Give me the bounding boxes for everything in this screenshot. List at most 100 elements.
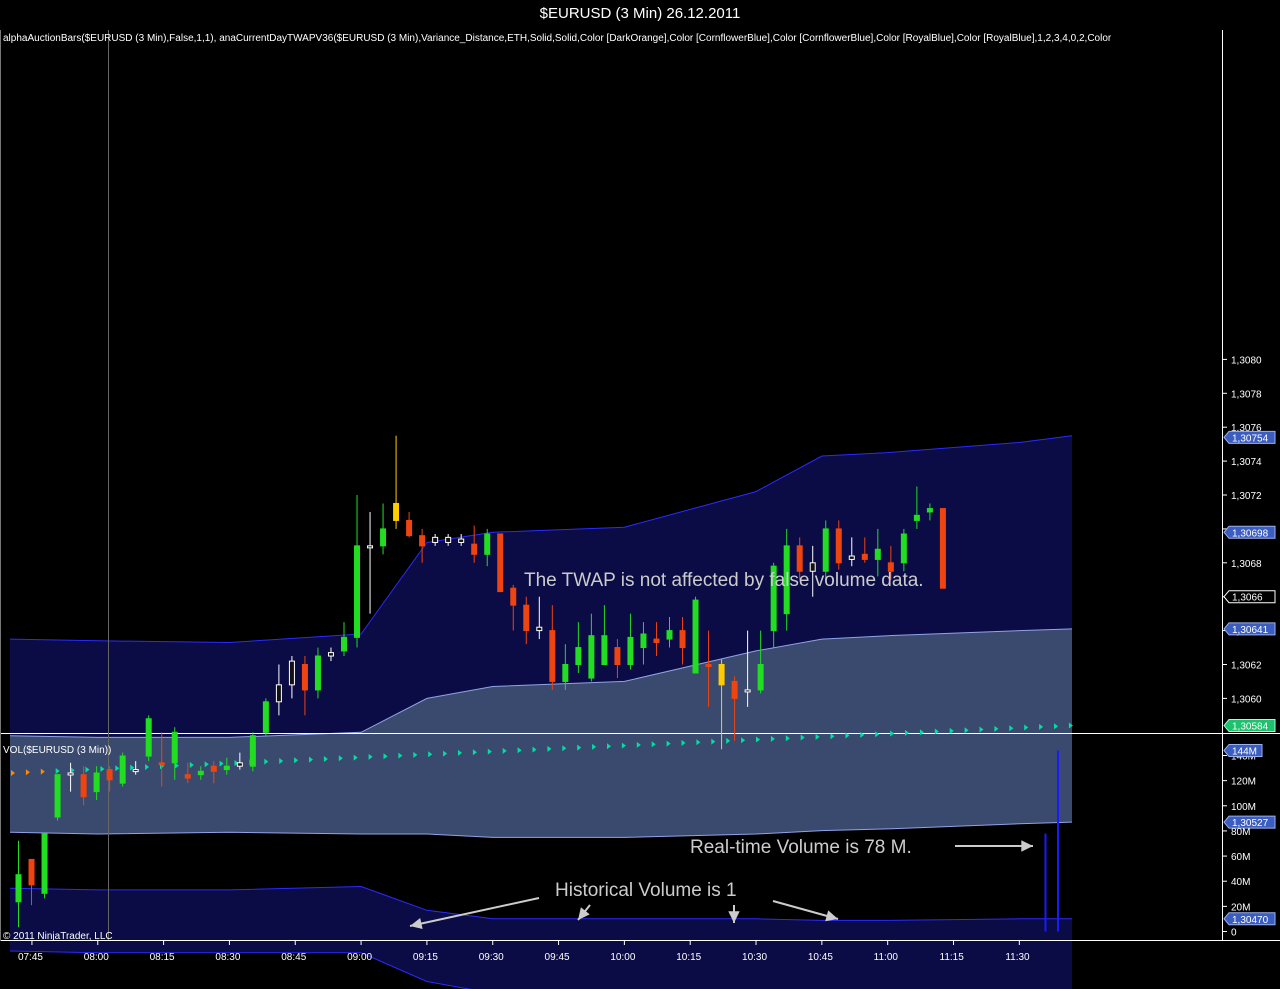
- chart-canvas[interactable]: 1,30801,30781,30761,30741,30721,30701,30…: [0, 0, 1280, 989]
- lower-outer-band: [10, 886, 1072, 989]
- x-tick-label: 10:00: [610, 952, 635, 963]
- candle-body: [614, 647, 621, 665]
- candle-body: [132, 769, 139, 773]
- candle-body: [210, 765, 217, 772]
- candle-body: [471, 543, 478, 555]
- x-tick-label: 11:30: [1005, 952, 1030, 963]
- candle-body: [28, 858, 35, 886]
- candle-body: [275, 684, 282, 703]
- candle-body: [705, 664, 712, 667]
- candle-body: [679, 630, 686, 649]
- y-tick-label: 1,3068: [1231, 559, 1262, 570]
- x-tick-label: 07:45: [18, 952, 43, 963]
- x-tick-label: 10:30: [742, 952, 767, 963]
- candle-body: [900, 533, 907, 564]
- vol-y-tick-label: 120M: [1231, 777, 1256, 788]
- vol-y-tick-label: 100M: [1231, 802, 1256, 813]
- candle-body: [41, 833, 48, 894]
- y-tick-label: 1,3072: [1231, 491, 1262, 502]
- vol-y-tick-label: 60M: [1231, 852, 1250, 863]
- candle-body: [640, 633, 647, 649]
- candle-body: [93, 772, 100, 793]
- candle-body: [666, 630, 673, 640]
- x-tick-label: 11:15: [940, 952, 965, 963]
- candle-body: [106, 769, 113, 781]
- indicator-label: alphaAuctionBars($EURUSD (3 Min),False,1…: [3, 33, 1112, 44]
- candle-body: [796, 545, 803, 572]
- x-tick-label: 09:30: [479, 952, 504, 963]
- candle-body: [653, 638, 660, 643]
- candle-body: [158, 762, 165, 766]
- candle-body: [731, 680, 738, 699]
- x-tick-label: 09:15: [413, 952, 438, 963]
- vol-y-tick-label: 0: [1231, 928, 1237, 939]
- candle-body: [288, 660, 295, 686]
- arrow-realtime-head: [1021, 840, 1033, 852]
- candle-body: [393, 502, 400, 521]
- candle-body: [15, 874, 22, 903]
- candle-body: [536, 626, 543, 632]
- historical-volume-annotation: Historical Volume is 1: [555, 880, 737, 901]
- realtime-volume-annotation: Real-time Volume is 78 M.: [690, 837, 912, 858]
- y-tick-label: 1,3080: [1231, 355, 1262, 366]
- candle-body: [627, 636, 634, 666]
- arrow-historical-2-head: [578, 907, 590, 920]
- candle-body: [601, 635, 608, 665]
- vol-y-tick-label: 20M: [1231, 902, 1250, 913]
- arrow-historical-4-head: [825, 910, 838, 922]
- candle-body: [354, 545, 361, 638]
- candle-body: [145, 718, 152, 757]
- y-tick-label: 1,3074: [1231, 457, 1262, 468]
- candle-body: [223, 765, 230, 771]
- x-tick-label: 09:45: [545, 952, 570, 963]
- twap-bands: [9, 435, 1073, 989]
- candle-body: [497, 533, 504, 593]
- candle-body: [262, 701, 269, 733]
- vol-y-tick-label: 80M: [1231, 827, 1250, 838]
- candle-body: [692, 599, 699, 674]
- candle-body: [458, 538, 465, 543]
- x-tick-label: 11:00: [874, 952, 899, 963]
- x-tick-label: 08:15: [150, 952, 175, 963]
- candle-body: [301, 664, 308, 691]
- candle-body: [445, 536, 452, 543]
- candle-body: [184, 774, 191, 779]
- candle-body: [197, 770, 204, 776]
- x-tick-label: 10:15: [676, 952, 701, 963]
- candle-body: [588, 635, 595, 679]
- candle-body: [367, 545, 374, 549]
- price-marker-label: 1,30641: [1232, 625, 1269, 636]
- volume-panel-label: VOL($EURUSD (3 Min)): [3, 745, 112, 756]
- candle-body: [913, 514, 920, 521]
- candle-body: [861, 553, 868, 560]
- price-marker-label: 1,30470: [1232, 915, 1269, 926]
- candle-body: [484, 533, 491, 555]
- candle-body: [718, 664, 725, 686]
- copyright: © 2011 NinjaTrader, LLC: [3, 931, 113, 942]
- candle-body: [549, 630, 556, 682]
- price-marker-label: 1,30754: [1232, 433, 1269, 444]
- candle-body: [54, 774, 61, 818]
- price-marker-label: 1,30698: [1232, 528, 1269, 539]
- x-tick-label: 08:45: [281, 952, 306, 963]
- candle-body: [848, 555, 855, 560]
- candle-body: [575, 647, 582, 665]
- candle-body: [419, 535, 426, 547]
- candle-body: [406, 519, 413, 537]
- candle-body: [523, 604, 530, 632]
- candle-body: [432, 536, 439, 543]
- candle-body: [380, 528, 387, 547]
- candle-body: [939, 508, 946, 589]
- y-tick-label: 1,3078: [1231, 389, 1262, 400]
- candle-body: [80, 774, 87, 798]
- vol-max-marker-label: 144M: [1232, 746, 1257, 757]
- candle-body: [510, 587, 517, 606]
- candle-body: [327, 652, 334, 657]
- candle-body: [926, 508, 933, 513]
- price-marker-label: 1,30584: [1232, 722, 1269, 733]
- price-marker-label: 1,3066: [1232, 593, 1263, 604]
- candle-body: [835, 528, 842, 564]
- x-tick-label: 10:45: [808, 952, 833, 963]
- candle-body: [874, 548, 881, 560]
- x-tick-label: 09:00: [347, 952, 372, 963]
